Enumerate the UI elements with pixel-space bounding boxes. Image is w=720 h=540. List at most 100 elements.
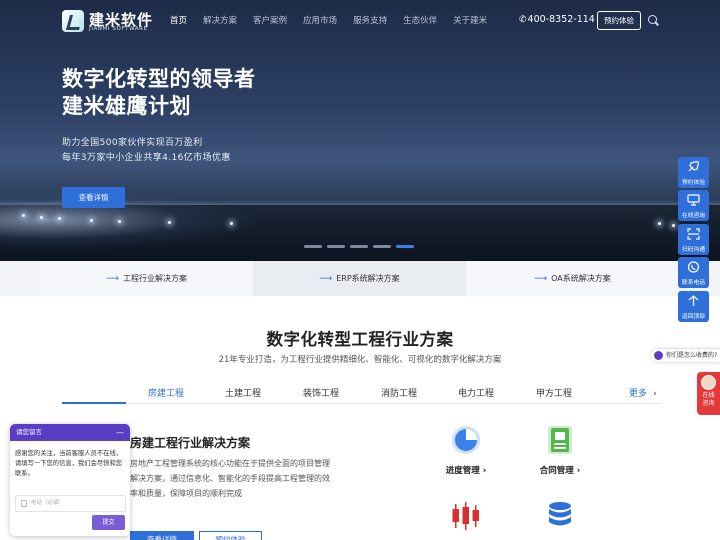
solution-link-label: OA系统解决方案 [551,274,611,283]
solution-title: 房建工程行业解决方案 [130,436,251,450]
chat-header-title: 请您留言 [16,428,42,436]
tabs-more-label: 更多 [629,389,648,399]
chat-message: 感谢您的关注，当前客服人员不在线，请填写一下您的信息，我们会尽快和您联系。 [15,450,123,477]
hero-light [230,222,233,225]
hero-city-glow [0,190,260,250]
phone-input-placeholder: 电话（必填） [31,500,65,506]
carousel-dot-active[interactable] [396,245,414,248]
minimize-icon[interactable]: — [116,424,124,441]
menu-item-support[interactable]: 服务支持 [353,14,387,26]
tabs-more-link[interactable]: 更多 › [629,386,657,399]
arrow-right-icon: ⟶ [106,273,119,284]
float-label: 联系电话 [681,280,706,286]
hero-light [40,216,43,219]
hero-subtitle: 助力全国500家伙伴实现百万盈利 每年3万家中小企业共享4.16亿市场优惠 [62,136,231,166]
contract-doc-icon [548,426,572,454]
solution-link-erp[interactable]: ⟶ ERP系统解决方案 [253,261,466,296]
solution-detail-button[interactable]: 查看详情 [130,531,194,540]
hero-light [672,224,675,227]
arrow-up-icon [688,295,699,306]
chevron-right-icon: › [653,389,657,399]
hero-light [22,214,25,217]
solution-link-oa[interactable]: ⟶ OA系统解决方案 [466,261,679,296]
book-trial-button[interactable]: 预约体验 [597,11,641,30]
solution-demo-button[interactable]: 预约体验 [199,531,262,540]
tab-power[interactable]: 电力工程 [458,386,494,399]
float-label: 在线咨询 [681,213,706,219]
float-phone[interactable]: 联系电话 [678,257,709,288]
leave-message-widget: 请您留言 — 感谢您的关注，当前客服人员不在线，请填写一下您的信息，我们会尽快和… [10,424,130,536]
phone-icon: ✆ [519,15,527,25]
tab-decoration[interactable]: 装饰工程 [303,386,339,399]
menu-item-about[interactable]: 关于建米 [453,14,487,26]
float-back-to-top[interactable]: 返回顶部 [678,291,709,322]
phone-input[interactable]: 电话（必填） [15,495,126,512]
carousel-dot[interactable] [304,245,322,248]
online-consult-card[interactable]: 在线 咨询 [697,372,720,415]
top-nav: 建米软件 JIANMI SOFTWARE 首页 解决方案 客户案例 应用市场 服… [0,0,720,40]
solution-link-engineering[interactable]: ⟶ 工程行业解决方案 [40,261,253,296]
feature-label: 合同管理 › [539,466,581,476]
tab-owner[interactable]: 甲方工程 [536,386,572,399]
progress-pie-icon [452,426,480,454]
menu-item-cases[interactable]: 客户案例 [253,14,287,26]
solution-link-label: ERP系统解决方案 [336,274,400,283]
chat-bubble-icon [654,351,663,360]
hero-title-line2: 建米雄鹰计划 [62,94,191,118]
carousel-dot[interactable] [350,245,368,248]
float-label: 预约体验 [681,180,706,186]
section-subtitle: 21年专业打造，为工程行业提供精细化、智能化、可视化的数字化解决方案 [218,355,502,365]
hotline[interactable]: ✆400-8352-114 [519,14,595,25]
menu-item-partners[interactable]: 生态伙伴 [403,14,437,26]
arrow-right-icon: ⟶ [534,273,548,284]
float-label: 返回顶部 [681,314,706,320]
hero-title: 数字化转型的领导者 建米雄鹰计划 [62,66,256,120]
tab-housing[interactable]: 房建工程 [148,386,184,399]
chat-monitor-icon [687,194,700,206]
float-qr-scan[interactable]: 扫码沟通 [678,224,709,255]
submit-button[interactable]: 提交 [92,515,125,530]
hero-detail-button[interactable]: 查看详情 [62,187,125,208]
mobile-icon [21,500,27,507]
phone-icon [687,261,700,273]
arrow-right-icon: ⟶ [319,273,333,284]
quick-question-text: 你们是怎么收费的? [666,352,718,359]
solution-description: 房地产工程管理系统的核心功能在于提供全面的项目管理解决方案，通过信息化、智能化的… [130,459,330,498]
candlestick-icon [452,502,479,530]
avatar [701,375,716,390]
carousel-dot[interactable] [373,245,391,248]
hotline-number: 400-8352-114 [527,14,595,25]
menu-item-solutions[interactable]: 解决方案 [203,14,237,26]
hero-light [118,220,121,223]
float-online-consult[interactable]: 在线咨询 [678,190,709,221]
carousel-dots [304,245,419,248]
industry-tabs: 房建工程 土建工程 装饰工程 消防工程 电力工程 甲方工程 [62,383,662,404]
quick-question-chip[interactable]: 你们是怎么收费的? [651,349,720,362]
hero-light [90,219,93,222]
feature-label: 进度管理 › [445,466,487,476]
menu-item-home[interactable]: 首页 [170,14,187,26]
brand-logo[interactable]: 建米软件 JIANMI SOFTWARE [62,9,152,33]
search-icon[interactable] [648,15,657,24]
hero-title-line1: 数字化转型的领导者 [62,67,256,91]
active-tab-underline [62,402,126,404]
chat-header: 请您留言 — [10,424,130,441]
menu-item-app-market[interactable]: 应用市场 [303,14,337,26]
section-title: 数字化转型工程行业方案 [266,330,454,349]
solution-link-label: 工程行业解决方案 [122,274,187,283]
main-menu: 首页 解决方案 客户案例 应用市场 服务支持 生态伙伴 关于建米 [170,14,503,26]
logo-mark-icon [62,10,84,32]
tab-civil[interactable]: 土建工程 [225,386,261,399]
solution-bar: ⟶ 工程行业解决方案 ⟶ ERP系统解决方案 ⟶ OA系统解决方案 [0,261,720,296]
database-icon [549,502,571,526]
float-label: 扫码沟通 [681,247,706,253]
hero-light [168,221,171,224]
hero-sub-line1: 助力全国500家伙伴实现百万盈利 [62,138,203,148]
brand-name-en: JIANMI SOFTWARE [89,26,148,32]
rocket-icon [688,161,699,172]
carousel-dot[interactable] [327,245,345,248]
online-consult-label: 在线 咨询 [702,392,715,407]
tab-fire[interactable]: 消防工程 [381,386,417,399]
float-book-trial[interactable]: 预约体验 [678,157,709,188]
qr-scan-icon [687,228,700,240]
